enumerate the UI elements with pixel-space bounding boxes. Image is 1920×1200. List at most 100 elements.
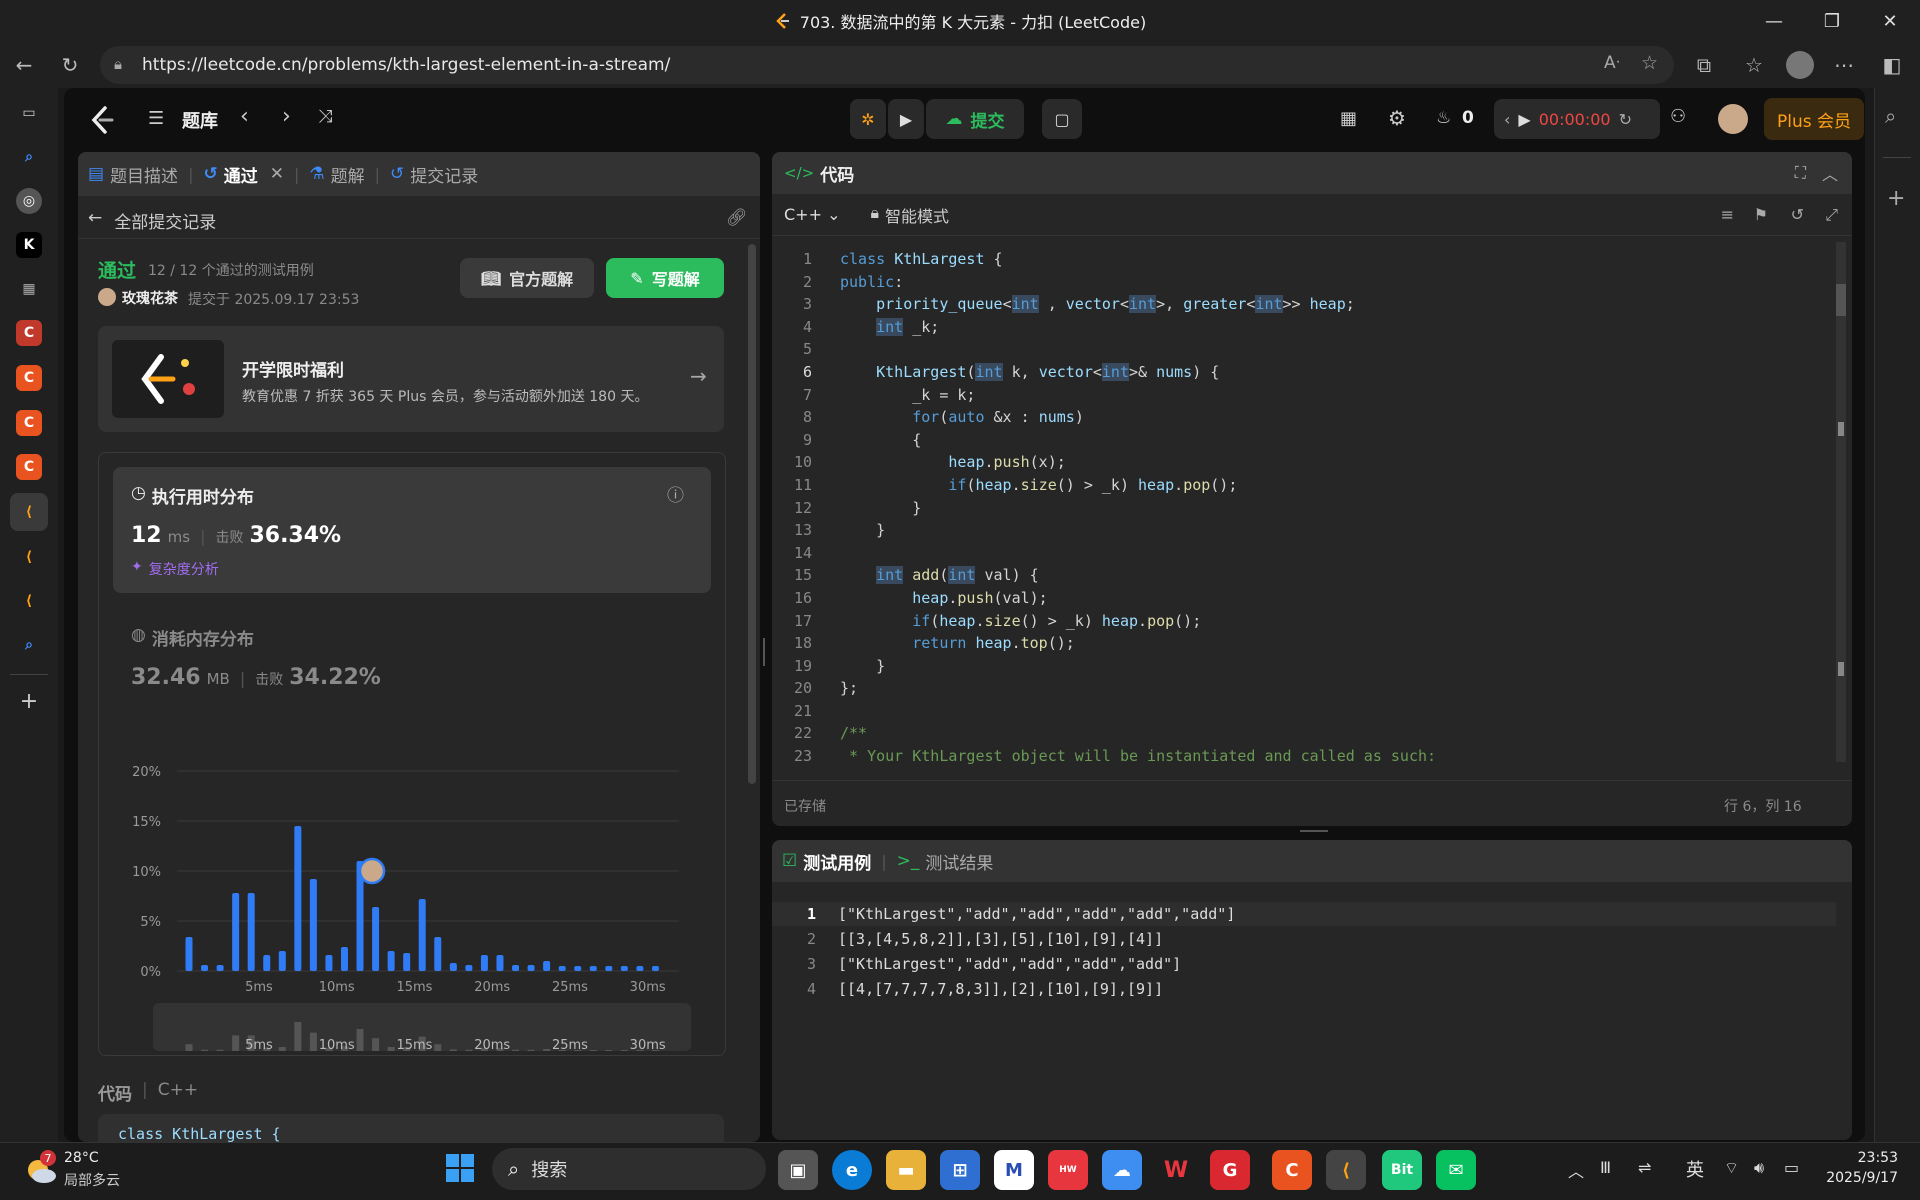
official-solution-button[interactable]: 📖︎ 官方题解 [460, 258, 594, 298]
vertical-resize-handle[interactable] [1300, 830, 1328, 832]
show-hidden-icon[interactable]: ︿ [1568, 1158, 1584, 1182]
task-view-icon[interactable]: ▣ [778, 1150, 818, 1190]
leetcode-icon[interactable]: ⟨ [16, 588, 42, 614]
play-timer-icon[interactable]: ▶ [1518, 110, 1530, 129]
csdn-icon[interactable]: C [16, 365, 42, 391]
testcase-editor[interactable]: 1 ["KthLargest","add","add","add","add","… [772, 902, 1836, 1002]
huawei-icon[interactable]: HW [1048, 1150, 1088, 1190]
collapse-icon[interactable]: ︿ [1822, 161, 1838, 185]
user-name[interactable]: 玫瑰花茶 [122, 288, 178, 308]
store-icon[interactable]: ⊞ [940, 1150, 980, 1190]
csdn-taskbar-icon[interactable]: C [1272, 1150, 1312, 1190]
leetcode-icon[interactable]: ⟨ [16, 499, 42, 525]
debug-icon[interactable]: ✲ [850, 99, 886, 139]
bit-app-icon[interactable]: Bit [1382, 1150, 1422, 1190]
minimize-icon[interactable]: — [1746, 0, 1802, 42]
add-icon[interactable]: + [16, 688, 42, 714]
panel-resize-handle[interactable] [763, 638, 765, 666]
leetcode-icon[interactable]: ⟨ [16, 544, 42, 570]
search-icon[interactable]: ⌕ [16, 144, 42, 170]
timer-widget[interactable]: ‹ ▶ 00:00:00 ↻ [1494, 99, 1660, 139]
cloud-icon[interactable]: ☁ [1102, 1150, 1142, 1190]
settings-gear-icon[interactable]: ⚙ [1388, 106, 1406, 130]
reset-code-icon[interactable]: ↺ [1791, 205, 1804, 224]
write-solution-button[interactable]: ✎ 写题解 [606, 258, 724, 298]
file-explorer-icon[interactable]: ▬ [886, 1150, 926, 1190]
testcase-line[interactable]: 3 ["KthLargest","add","add","add","add"] [772, 952, 1836, 976]
kimi-icon[interactable]: K [16, 232, 42, 258]
tab-accepted[interactable]: ↺ 通过 ✕ [193, 162, 294, 187]
collapse-timer-icon[interactable]: ‹ [1504, 110, 1510, 129]
extensions-icon[interactable]: ⧉ [1686, 47, 1722, 83]
battery-icon[interactable]: ▭ [1784, 1158, 1799, 1177]
prev-problem-icon[interactable]: ‹ [240, 104, 249, 129]
smart-mode-toggle[interactable]: 🔒︎ 智能模式 [870, 203, 949, 227]
site-info-icon[interactable]: 🔒︎ [114, 55, 122, 73]
link-icon[interactable]: 🔗︎ [726, 208, 748, 228]
plus-member-button[interactable]: Plus 会员 [1764, 98, 1864, 140]
wifi-icon[interactable]: ⌔ [1724, 1158, 1739, 1178]
tab-description[interactable]: ▤ 题目描述 [78, 162, 188, 187]
list-icon[interactable]: ☰ [148, 108, 164, 129]
run-icon[interactable]: ▶ [888, 99, 924, 139]
clock-time[interactable]: 23:53 [1826, 1150, 1898, 1166]
tab-testcases[interactable]: ☑ 测试用例 [772, 849, 881, 874]
testcase-line[interactable]: 1 ["KthLargest","add","add","add","add","… [772, 902, 1836, 926]
tabs-icon[interactable]: ▭ [16, 100, 42, 126]
start-icon[interactable] [444, 1152, 476, 1184]
restore-icon[interactable]: ❐ [1804, 0, 1860, 42]
left-scrollbar[interactable] [748, 244, 756, 784]
code-text[interactable]: class KthLargest {public: priority_queue… [840, 248, 1436, 770]
problem-bank-link[interactable]: 题库 [182, 107, 218, 133]
code-area[interactable]: 123456789101112131415161718192021222324 … [772, 238, 1834, 770]
url-bar[interactable]: 🔒︎ https://leetcode.cn/problems/kth-larg… [100, 46, 1674, 84]
copilot-icon[interactable]: ◧ [1874, 47, 1910, 83]
tab-submissions[interactable]: ↺ 提交记录 [380, 162, 488, 187]
expand-icon[interactable]: ⤢ [1825, 205, 1838, 225]
g-app-icon[interactable]: G [1210, 1150, 1250, 1190]
avatar[interactable] [1718, 104, 1748, 134]
reset-timer-icon[interactable]: ↻ [1619, 110, 1632, 129]
tab-solutions[interactable]: ⚗ 题解 [299, 162, 374, 187]
chatgpt-icon[interactable]: ◎ [16, 188, 42, 214]
testcase-line[interactable]: 4 [[4,[7,7,7,7,8,3]],[2],[10],[9],[9]] [772, 977, 1836, 1001]
favorites-icon[interactable]: ☆ [1736, 47, 1772, 83]
complexity-analysis-link[interactable]: ✦ 复杂度分析 [131, 559, 219, 579]
more-icon[interactable]: ⋯ [1826, 47, 1862, 83]
calendar-icon[interactable]: ▦ [16, 276, 42, 302]
back-icon[interactable]: ← [6, 47, 42, 83]
tab-test-results[interactable]: >_ 测试结果 [887, 849, 1004, 874]
layout-icon[interactable]: ▦ [1340, 108, 1357, 129]
taskbar-search[interactable]: ⌕ 搜索 [492, 1148, 766, 1190]
close-window-icon[interactable]: ✕ [1862, 0, 1918, 42]
language-select[interactable]: C++ ⌄ [784, 205, 840, 224]
wps-icon[interactable]: W [1156, 1150, 1196, 1190]
star-icon[interactable]: ☆ [1641, 52, 1658, 74]
volume-icon[interactable]: 🔊︎ [1754, 1158, 1764, 1178]
next-problem-icon[interactable]: › [282, 104, 291, 129]
weather-icon[interactable]: 7 [22, 1150, 58, 1186]
wechat-icon[interactable]: ✉ [1436, 1150, 1476, 1190]
tray-settings-icon[interactable]: ⇌ [1638, 1158, 1651, 1177]
info-icon[interactable]: ⓘ [667, 481, 684, 506]
leetcode-taskbar-icon[interactable]: ⟨ [1326, 1150, 1366, 1190]
testcase-line[interactable]: 2 [[3,[4,5,8,2]],[3],[5],[10],[9],[4]] [772, 927, 1836, 951]
shuffle-icon[interactable]: ⤨ [318, 106, 332, 127]
csdn-icon[interactable]: C [16, 410, 42, 436]
csdn-icon[interactable]: C [16, 454, 42, 480]
leetcode-logo-icon[interactable] [90, 106, 116, 138]
close-tab-icon[interactable]: ✕ [270, 164, 284, 184]
memory-title[interactable]: ◍ 消耗内存分布 [131, 625, 254, 650]
fullscreen-icon[interactable]: ⛶ [1795, 163, 1806, 183]
runtime-card[interactable]: ◷ 执行用时分布 ⓘ 12 ms | 击败 36.34% ✦ 复杂度分析 [113, 467, 711, 593]
profile-icon[interactable] [1786, 51, 1814, 79]
editor-scrollbar[interactable] [1836, 242, 1846, 762]
add-icon[interactable]: + [1887, 186, 1905, 211]
search-icon[interactable]: ⌕ [16, 632, 42, 658]
ime-indicator[interactable]: 英 [1686, 1156, 1704, 1182]
back-to-submissions[interactable]: ← 全部提交记录 [88, 208, 216, 233]
user-avatar[interactable] [98, 288, 116, 306]
flame-icon[interactable]: ♨ [1436, 108, 1451, 128]
read-aloud-icon[interactable]: Aᐧ [1604, 53, 1620, 73]
add-friend-icon[interactable]: ⚇ [1670, 106, 1686, 127]
